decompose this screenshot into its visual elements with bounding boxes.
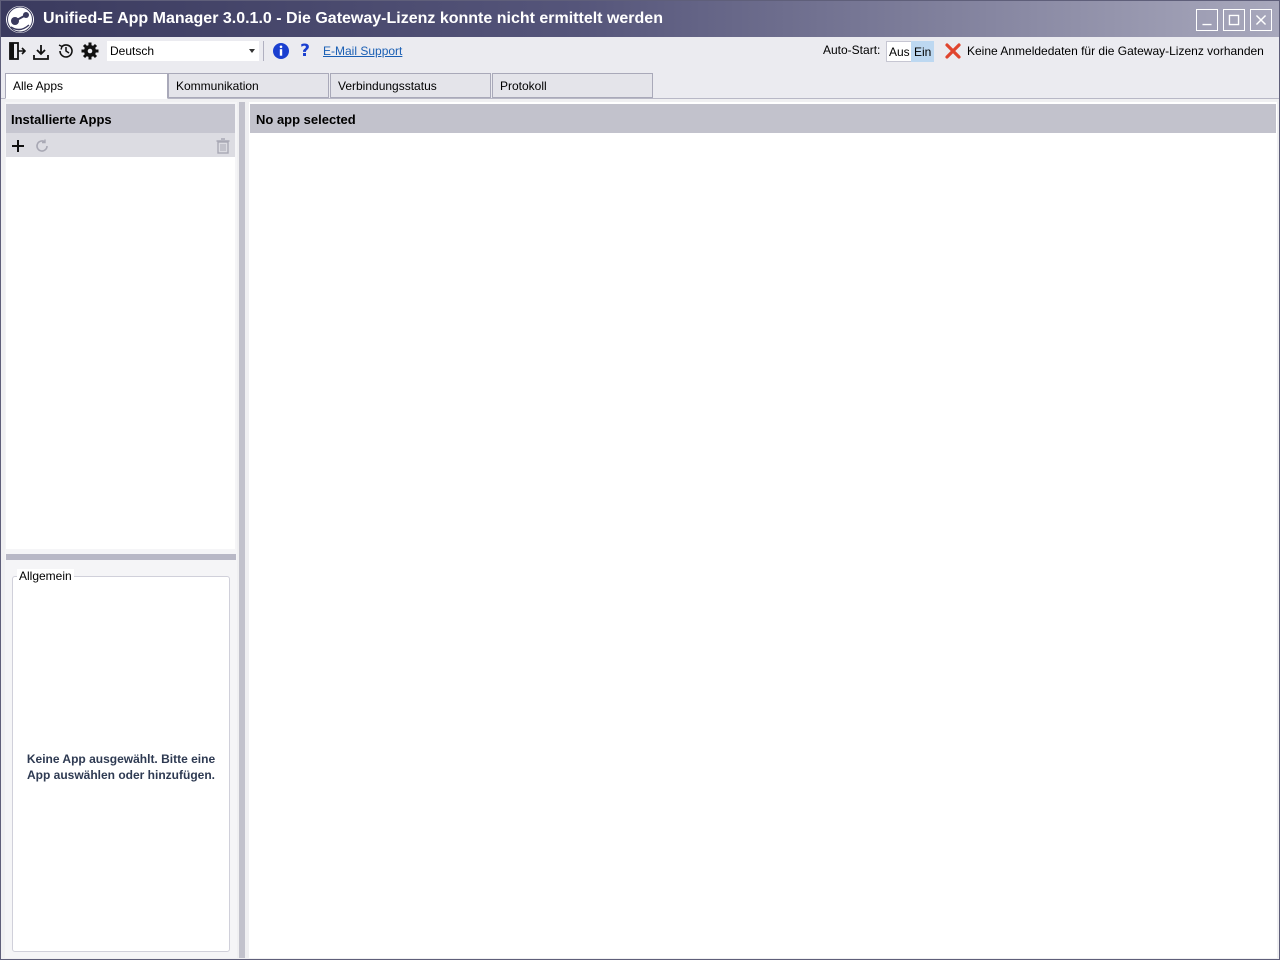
language-select[interactable]: Deutsch xyxy=(107,41,259,61)
general-title: Allgemein xyxy=(17,569,74,583)
chevron-down-icon xyxy=(249,49,255,53)
download-icon[interactable] xyxy=(32,43,50,61)
add-app-button[interactable] xyxy=(10,138,26,154)
svg-text:?: ? xyxy=(300,41,310,59)
autostart-off-toggle[interactable]: Aus xyxy=(886,41,912,62)
history-icon[interactable] xyxy=(57,42,75,60)
info-icon[interactable] xyxy=(272,42,290,60)
tab-protokoll[interactable]: Protokoll xyxy=(492,73,653,98)
title-bar[interactable]: Unified-E App Manager 3.0.1.0 - Die Gate… xyxy=(1,1,1279,37)
installed-apps-title: Installierte Apps xyxy=(11,112,112,127)
email-support-link[interactable]: E-Mail Support xyxy=(323,44,402,58)
minimize-button[interactable] xyxy=(1196,9,1218,31)
trash-icon xyxy=(216,138,230,154)
error-icon xyxy=(945,43,961,59)
app-window: Unified-E App Manager 3.0.1.0 - Die Gate… xyxy=(0,0,1280,960)
help-icon[interactable]: ? xyxy=(296,41,314,61)
language-value: Deutsch xyxy=(110,44,155,58)
plus-icon xyxy=(12,140,24,152)
app-detail-header xyxy=(250,104,1276,133)
refresh-app-button[interactable] xyxy=(34,138,50,154)
toolbar-separator xyxy=(263,41,264,61)
window-title: Unified-E App Manager 3.0.1.0 - Die Gate… xyxy=(43,10,663,27)
settings-icon[interactable] xyxy=(81,42,99,60)
app-logo-icon xyxy=(6,6,34,33)
autostart-label: Auto-Start: xyxy=(823,43,881,57)
no-app-message: Keine App ausgewählt. Bitte eine App aus… xyxy=(26,752,216,782)
license-status-text: Keine Anmeldedaten für die Gateway-Lizen… xyxy=(967,44,1264,58)
logout-icon[interactable] xyxy=(8,42,27,60)
delete-app-button[interactable] xyxy=(216,138,230,154)
maximize-button[interactable] xyxy=(1223,9,1245,31)
refresh-icon xyxy=(36,139,48,152)
autostart-on-toggle[interactable]: Ein xyxy=(911,41,934,62)
panel-splitter[interactable] xyxy=(6,554,236,560)
app-detail-panel xyxy=(249,102,1277,958)
app-detail-title: No app selected xyxy=(256,112,356,127)
tab-alle-apps[interactable]: Alle Apps xyxy=(5,73,168,99)
tab-verbindungsstatus[interactable]: Verbindungsstatus xyxy=(330,73,491,98)
close-button[interactable] xyxy=(1250,9,1272,31)
vertical-splitter[interactable] xyxy=(239,102,245,958)
tab-kommunikation[interactable]: Kommunikation xyxy=(168,73,329,98)
installed-apps-list[interactable] xyxy=(6,157,235,549)
